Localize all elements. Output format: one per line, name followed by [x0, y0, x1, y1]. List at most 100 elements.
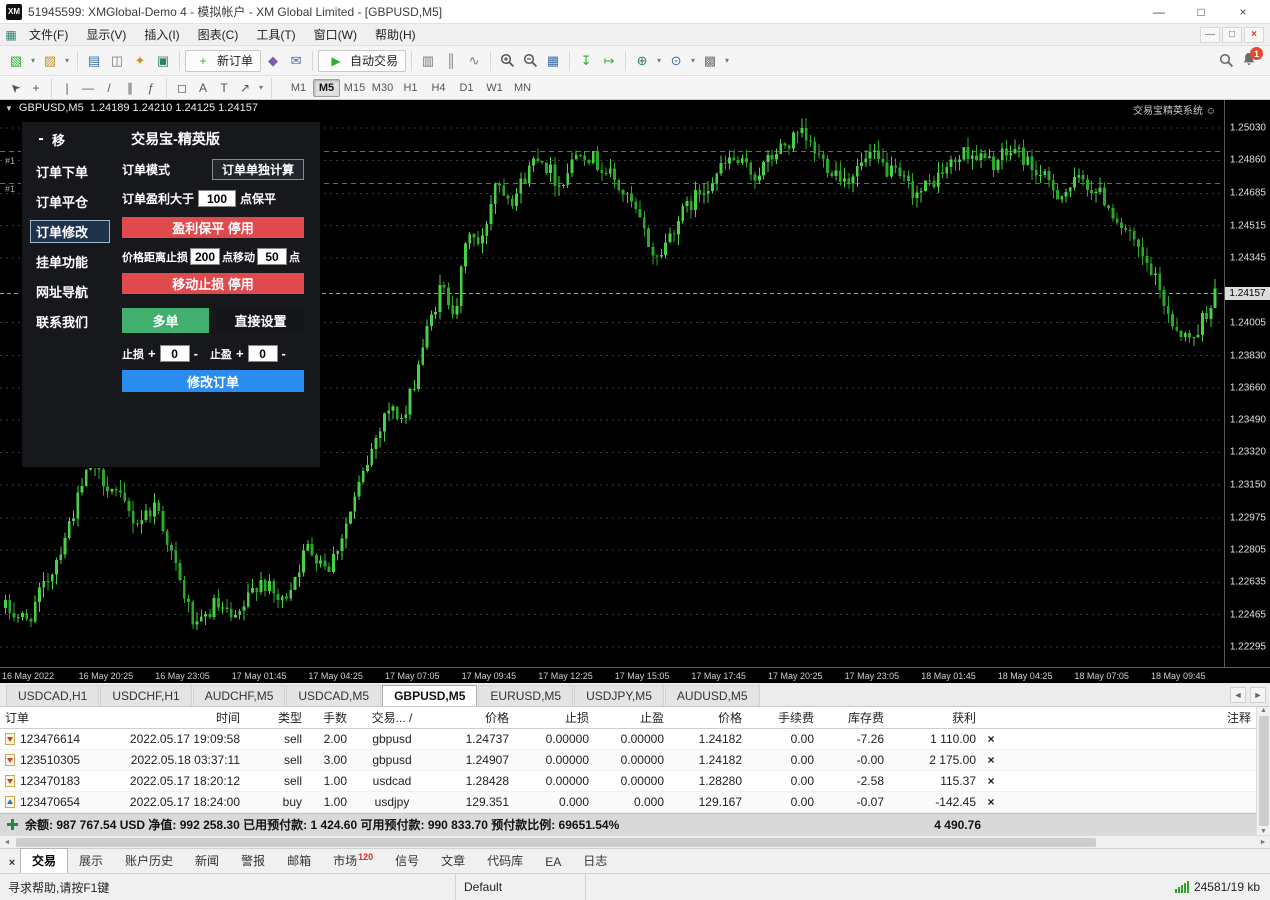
one-click-collapse-icon[interactable]: ▼	[5, 104, 13, 113]
chart-shift-icon[interactable]: ↦	[598, 50, 620, 72]
window-minimize-button[interactable]: —	[1138, 0, 1180, 23]
column-header-价格[interactable]: 价格	[669, 707, 747, 729]
order-mode-button[interactable]: 订单单独计算	[212, 159, 304, 180]
column-header-注释[interactable]: 注释	[1001, 707, 1256, 729]
trail-distance-input[interactable]	[190, 248, 220, 265]
column-header-获利[interactable]: 获利	[889, 707, 981, 729]
chart-tab-USDCAD,H1[interactable]: USDCAD,H1	[6, 685, 99, 706]
profile-selector[interactable]: Default	[456, 874, 586, 900]
cursor-tool-icon[interactable]: ➤	[5, 79, 25, 97]
chart-tab-USDCHF,H1[interactable]: USDCHF,H1	[100, 685, 191, 706]
timeframe-H4[interactable]: H4	[425, 79, 452, 97]
scroll-down-icon[interactable]: ▼	[1260, 828, 1267, 835]
shapes-tool-icon[interactable]: ◻	[172, 79, 192, 97]
timeframe-M5[interactable]: M5	[313, 79, 340, 97]
menu-插入(I)[interactable]: 插入(I)	[135, 24, 188, 45]
menu-窗口(W)[interactable]: 窗口(W)	[305, 24, 366, 45]
metaeditor-icon[interactable]: ◆	[262, 50, 284, 72]
bottom-tab-邮箱[interactable]: 邮箱	[276, 849, 322, 873]
time-axis[interactable]: 16 May 202216 May 20:2516 May 23:0517 Ma…	[0, 667, 1270, 683]
vertical-line-tool-icon[interactable]: |	[57, 79, 77, 97]
channel-tool-icon[interactable]: ∥	[120, 79, 140, 97]
bottom-tab-账户历史[interactable]: 账户历史	[114, 849, 184, 873]
direct-set-button[interactable]: 直接设置	[217, 308, 304, 333]
ea-menu-联系我们[interactable]: 联系我们	[30, 310, 110, 333]
column-header-止盈[interactable]: 止盈	[594, 707, 669, 729]
chart-restore-button[interactable]: □	[1222, 27, 1242, 43]
chart-tab-GBPUSD,M5[interactable]: GBPUSD,M5	[382, 685, 477, 706]
timeframe-MN[interactable]: MN	[509, 79, 536, 97]
stop-loss-input[interactable]	[160, 345, 190, 362]
data-window-icon[interactable]: ◫	[106, 50, 128, 72]
close-order-button[interactable]: ×	[981, 750, 1001, 771]
terminal-panel-icon[interactable]: ▣	[152, 50, 174, 72]
periods-dropdown-icon[interactable]: ▾	[688, 56, 698, 65]
ea-menu-订单下单[interactable]: 订单下单	[30, 160, 110, 183]
column-header-类型[interactable]: 类型	[245, 707, 307, 729]
chart-tab-EURUSD,M5[interactable]: EURUSD,M5	[478, 685, 573, 706]
timeframe-W1[interactable]: W1	[481, 79, 508, 97]
tp-increase-button[interactable]: +	[234, 346, 246, 361]
buy-orders-filter-button[interactable]: 多单	[122, 308, 209, 333]
bottom-tab-EA[interactable]: EA	[534, 852, 572, 873]
messages-icon[interactable]: ✉	[285, 50, 307, 72]
menu-显示(V)[interactable]: 显示(V)	[77, 24, 135, 45]
market-watch-icon[interactable]: ▤	[83, 50, 105, 72]
crosshair-tool-icon[interactable]: +	[26, 79, 46, 97]
profiles-dropdown-icon[interactable]: ▾	[62, 56, 72, 65]
trendline-tool-icon[interactable]: /	[99, 79, 119, 97]
take-profit-input[interactable]	[248, 345, 278, 362]
bottom-tab-信号[interactable]: 信号	[384, 849, 430, 873]
tp-decrease-button[interactable]: -	[280, 346, 288, 361]
terminal-close-button[interactable]: ×	[4, 853, 20, 873]
bottom-tab-文章[interactable]: 文章	[430, 849, 476, 873]
ea-menu-订单平仓[interactable]: 订单平仓	[30, 190, 110, 213]
chart-tab-USDCAD,M5[interactable]: USDCAD,M5	[286, 685, 381, 706]
bar-chart-mode-icon[interactable]: ▥	[417, 50, 439, 72]
periods-icon[interactable]: ⊙	[665, 50, 687, 72]
modify-order-button[interactable]: 修改订单	[122, 370, 304, 392]
chart-tabs-scroll-left[interactable]: ◄	[1230, 687, 1246, 703]
new-chart-dropdown-icon[interactable]: ▾	[28, 56, 38, 65]
sl-decrease-button[interactable]: -	[192, 346, 200, 361]
price-scale[interactable]: 1.24157 1.250301.248601.246851.245151.24…	[1224, 100, 1270, 667]
bottom-tab-展示[interactable]: 展示	[68, 849, 114, 873]
ea-menu-挂单功能[interactable]: 挂单功能	[30, 250, 110, 273]
trail-step-input[interactable]	[257, 248, 287, 265]
bottom-tab-市场[interactable]: 市场120	[322, 849, 384, 873]
column-header-close[interactable]	[981, 707, 1001, 729]
fibonacci-tool-icon[interactable]: ƒ	[141, 79, 161, 97]
bottom-tab-交易[interactable]: 交易	[20, 848, 68, 873]
indicators-icon[interactable]: ⊕	[631, 50, 653, 72]
new-chart-icon[interactable]: ▧	[5, 50, 27, 72]
bottom-tab-新闻[interactable]: 新闻	[184, 849, 230, 873]
column-header-止损[interactable]: 止损	[514, 707, 594, 729]
auto-trading-button[interactable]: ▶ 自动交易	[318, 50, 406, 72]
close-order-button[interactable]: ×	[981, 792, 1001, 813]
ea-menu-网址导航[interactable]: 网址导航	[30, 280, 110, 303]
chart-tabs-scroll-right[interactable]: ►	[1250, 687, 1266, 703]
trailing-stop-toggle-button[interactable]: 移动止损 停用	[122, 273, 304, 294]
column-header-手数[interactable]: 手数	[307, 707, 352, 729]
terminal-vertical-scrollbar[interactable]: ▲ ▼	[1256, 707, 1270, 835]
scroll-left-icon[interactable]: ◄	[0, 839, 14, 846]
indicators-dropdown-icon[interactable]: ▾	[654, 56, 664, 65]
ea-panel-header[interactable]: - 移 交易宝-精英版	[22, 122, 320, 156]
vscroll-thumb[interactable]	[1259, 716, 1269, 826]
terminal-horizontal-scrollbar[interactable]: ◄ ►	[0, 835, 1270, 848]
bottom-tab-日志[interactable]: 日志	[572, 849, 618, 873]
ea-menu-订单修改[interactable]: 订单修改	[30, 220, 110, 243]
timeframe-D1[interactable]: D1	[453, 79, 480, 97]
line-chart-mode-icon[interactable]: ∿	[463, 50, 485, 72]
horizontal-line-tool-icon[interactable]: —	[78, 79, 98, 97]
profiles-icon[interactable]: ▨	[39, 50, 61, 72]
tile-windows-icon[interactable]: ▦	[542, 50, 564, 72]
templates-icon[interactable]: ▩	[699, 50, 721, 72]
zoom-in-icon[interactable]	[496, 50, 518, 72]
chart-close-button[interactable]: ×	[1244, 27, 1264, 43]
arrows-tool-icon[interactable]: ↗	[235, 79, 255, 97]
timeframe-M15[interactable]: M15	[341, 79, 368, 97]
column-header-手续费[interactable]: 手续费	[747, 707, 819, 729]
menu-工具(T)[interactable]: 工具(T)	[247, 24, 304, 45]
bottom-tab-警报[interactable]: 警报	[230, 849, 276, 873]
